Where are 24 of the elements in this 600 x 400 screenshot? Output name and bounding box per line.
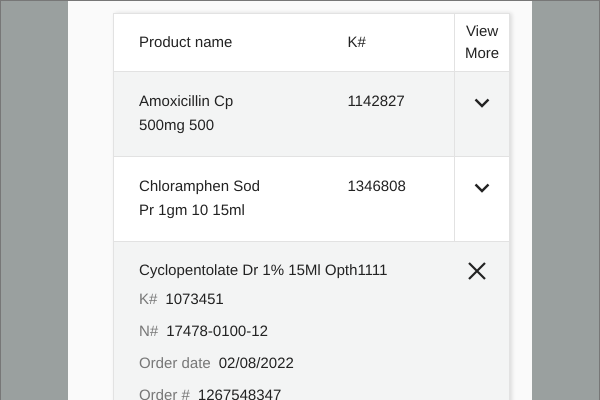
detail-label: K# <box>139 290 158 310</box>
column-header: Product name <box>138 32 234 52</box>
table-cell-text: Amoxicillin Cp 500mg 500 <box>138 92 234 136</box>
table-cell-text: 1142827 <box>347 92 406 112</box>
detail-label: Order date <box>139 354 211 374</box>
detail-value: 1267548347 <box>198 386 282 400</box>
chevron-down-icon <box>474 183 490 193</box>
detail-value: 17478-0100-12 <box>166 322 268 342</box>
expand-button[interactable] <box>473 97 492 109</box>
detail-label: N# <box>139 322 158 342</box>
product-name: Cyclopentolate Dr 1% 15Ml Opth1111 <box>139 261 388 281</box>
detail-value: 02/08/2022 <box>218 354 294 374</box>
expand-button[interactable] <box>473 182 492 194</box>
chevron-down-icon <box>474 98 490 108</box>
table-row[interactable]: Amoxicillin Cp 500mg 500 1142827 <box>114 72 509 157</box>
table-cell-text: 1346808 <box>347 177 407 197</box>
table-row[interactable]: Chloramphen Sod Pr 1gm 10 15ml 1346808 <box>114 157 509 242</box>
detail-label: Order # <box>139 386 190 400</box>
column-header: K# <box>347 32 367 52</box>
detail-value: 1073451 <box>165 290 224 310</box>
close-icon <box>468 262 486 280</box>
column-header: View More <box>464 22 500 64</box>
table-cell-text: Chloramphen Sod Pr 1gm 10 15ml <box>138 177 261 221</box>
close-button[interactable] <box>467 261 487 281</box>
